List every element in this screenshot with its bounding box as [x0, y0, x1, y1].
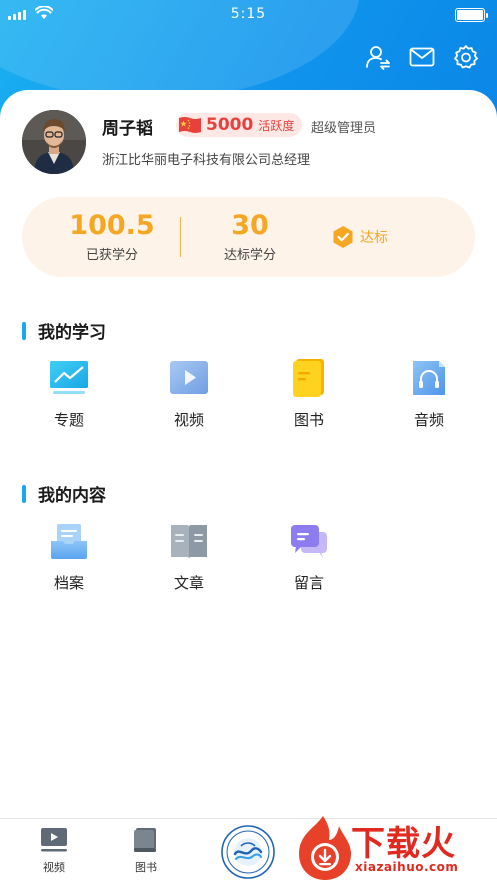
target-credits-label: 达标学分: [223, 248, 276, 263]
learning-item-label: 视频: [173, 411, 204, 429]
credits-panel: 100.5 已获学分 30 达标学分 达标: [22, 197, 475, 277]
tab-video[interactable]: 视频: [24, 827, 84, 875]
qualified-status-label: 达标: [360, 230, 388, 246]
avatar[interactable]: [22, 110, 86, 174]
learning-item-label: 音频: [413, 411, 444, 429]
learning-item-book[interactable]: 图书: [264, 358, 354, 430]
mail-icon[interactable]: [409, 44, 435, 70]
activity-badge: 5000 活跃度: [176, 113, 303, 137]
switch-user-icon[interactable]: [365, 44, 391, 70]
topic-icon: [50, 361, 88, 394]
flame-logo-icon: [299, 816, 351, 880]
target-credits-value: 30: [231, 210, 269, 241]
target-credits: 30 达标学分: [200, 210, 300, 264]
section-bar: [22, 321, 26, 340]
book-icon: [293, 359, 324, 397]
content-item-label: 留言: [293, 574, 324, 592]
tab-label: 视频: [43, 861, 65, 874]
earned-credits: 100.5 已获学分: [62, 210, 162, 264]
content-item-message[interactable]: 留言: [264, 521, 354, 593]
china-flag-icon: [179, 117, 201, 133]
user-role: 超级管理员: [311, 121, 377, 136]
learning-item-video[interactable]: 视频: [144, 358, 234, 430]
learning-item-label: 专题: [53, 411, 84, 429]
earned-credits-label: 已获学分: [85, 248, 138, 263]
content-item-article[interactable]: 文章: [144, 521, 234, 593]
section-title: 我的内容: [38, 486, 106, 506]
watermark-url: xiazaihuo.com: [355, 860, 459, 874]
qualified-status: 达标: [332, 225, 388, 249]
tab-label: 图书: [135, 861, 157, 874]
book-tab-icon: [134, 828, 156, 852]
audio-icon: [413, 361, 445, 395]
activity-points-label: 活跃度: [258, 118, 295, 133]
credits-divider: [180, 217, 181, 257]
section-my-content: 我的内容: [22, 481, 106, 506]
content-item-label: 文章: [173, 574, 204, 592]
article-icon: [171, 525, 207, 559]
user-company: 浙江比华丽电子科技有限公司总经理: [102, 153, 311, 168]
activity-points: 5000: [206, 115, 254, 135]
school-emblem-logo[interactable]: [221, 825, 275, 879]
settings-gear-icon[interactable]: [453, 44, 479, 70]
profile-card: 周子韬 5000 活跃度 超级管理员 浙江比华丽电子科技有限公司总经理 100.…: [0, 90, 497, 820]
archive-icon: [51, 524, 87, 559]
section-title: 我的学习: [38, 323, 106, 343]
content-item-archive[interactable]: 档案: [24, 521, 114, 593]
video-icon: [170, 361, 208, 394]
watermark-title: 下载火: [351, 824, 456, 864]
tab-book[interactable]: 图书: [116, 827, 176, 875]
section-my-learning: 我的学习: [22, 318, 106, 343]
download-site-watermark: 下载火 xiazaihuo.com: [293, 812, 497, 883]
status-time: 5:15: [230, 6, 267, 22]
earned-credits-value: 100.5: [69, 210, 155, 241]
header-actions: [365, 44, 479, 70]
learning-item-audio[interactable]: 音频: [384, 358, 474, 430]
battery-icon: [455, 8, 488, 22]
learning-item-topic[interactable]: 专题: [24, 358, 114, 430]
section-bar: [22, 484, 26, 503]
check-shield-icon: [333, 226, 353, 248]
video-tab-icon: [41, 828, 67, 852]
status-bar: 5:15: [0, 0, 497, 30]
user-name: 周子韬: [102, 119, 153, 139]
content-item-label: 档案: [53, 574, 84, 592]
message-icon: [291, 525, 327, 558]
learning-item-label: 图书: [293, 411, 324, 429]
